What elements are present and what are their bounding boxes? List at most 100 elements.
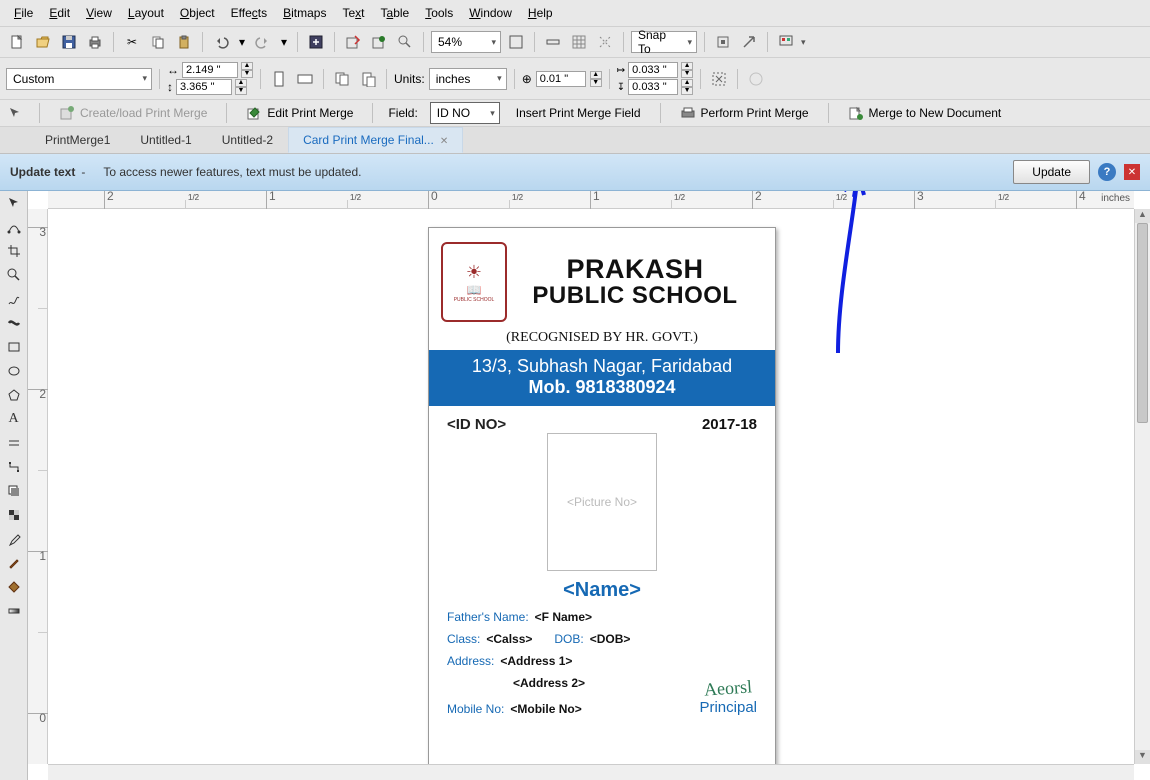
edit-print-merge-button[interactable]: Edit Print Merge [242,102,357,124]
current-page-icon[interactable] [357,68,379,90]
connector-tool-icon[interactable] [4,457,24,477]
dup-x-input[interactable] [628,62,678,78]
scroll-thumb[interactable] [1137,223,1148,423]
menu-file[interactable]: File [6,3,41,23]
parallel-dim-icon[interactable] [4,433,24,453]
nudge-input[interactable] [536,71,586,87]
snap-combo[interactable]: Snap To [631,31,697,53]
father-name-label: Father's Name: [447,610,529,624]
undo-icon[interactable] [210,31,232,53]
vertical-scrollbar[interactable]: ▲ ▼ [1134,209,1150,764]
tab-close-icon[interactable]: ✕ [440,136,448,147]
all-pages-icon[interactable] [331,68,353,90]
document-page[interactable]: ☀ 📖 PUBLIC SCHOOL PRAKASH PUBLIC SCHOOL … [428,227,776,767]
portrait-icon[interactable] [268,68,290,90]
field-combo[interactable]: ID NO [430,102,500,124]
zoom-tool-icon[interactable] [4,265,24,285]
menu-object[interactable]: Object [172,3,223,23]
artistic-media-icon[interactable] [4,313,24,333]
scroll-up-icon[interactable]: ▲ [1135,209,1150,223]
fullscreen-icon[interactable] [505,31,527,53]
transparency-tool-icon[interactable] [4,505,24,525]
canvas[interactable]: ☀ 📖 PUBLIC SCHOOL PRAKASH PUBLIC SCHOOL … [48,209,1134,764]
menu-effects[interactable]: Effects [223,3,275,23]
import-icon[interactable] [305,31,327,53]
height-spinner[interactable]: ▲▼ [235,79,247,95]
open-icon[interactable] [32,31,54,53]
copy-icon[interactable] [147,31,169,53]
close-notif-icon[interactable]: ✕ [1124,164,1140,180]
shape-tool-icon[interactable] [4,217,24,237]
nudge-spinner[interactable]: ▲▼ [590,71,602,87]
menu-edit[interactable]: Edit [41,3,78,23]
tab-card-print-merge[interactable]: Card Print Merge Final...✕ [288,127,463,153]
freehand-tool-icon[interactable] [4,289,24,309]
rectangle-tool-icon[interactable] [4,337,24,357]
guidelines-icon[interactable] [594,31,616,53]
text-tool-icon[interactable]: A [4,409,24,429]
print-icon[interactable] [84,31,106,53]
ellipse-tool-icon[interactable] [4,361,24,381]
launch-icon[interactable] [738,31,760,53]
tab-untitled1[interactable]: Untitled-1 [125,127,206,153]
cut-icon[interactable]: ✂ [121,31,143,53]
drop-shadow-icon[interactable] [4,481,24,501]
menu-table[interactable]: Table [373,3,418,23]
redo-icon[interactable] [252,31,274,53]
vertical-ruler[interactable]: 3210 [28,209,48,764]
zoom-combo[interactable]: 54% [431,31,501,53]
width-spinner[interactable]: ▲▼ [241,62,253,78]
redo-drop-icon[interactable]: ▾ [278,31,290,53]
crop-tool-icon[interactable] [4,241,24,261]
save-icon[interactable] [58,31,80,53]
undo-drop-icon[interactable]: ▾ [236,31,248,53]
page-options-icon[interactable] [745,68,767,90]
dup-y-input[interactable] [628,79,678,95]
menu-layout[interactable]: Layout [120,3,172,23]
landscape-icon[interactable] [294,68,316,90]
menu-bitmaps[interactable]: Bitmaps [275,3,334,23]
help-icon[interactable]: ? [1098,163,1116,181]
units-combo[interactable]: inches [429,68,507,90]
interactive-fill-icon[interactable] [4,601,24,621]
menu-window[interactable]: Window [461,3,520,23]
page-width-input[interactable] [182,62,238,78]
page-preset-combo[interactable]: Custom [6,68,152,90]
menu-text[interactable]: Text [334,3,372,23]
publish-icon[interactable] [368,31,390,53]
create-print-merge-button[interactable]: Create/load Print Merge [55,102,211,124]
horizontal-scrollbar[interactable] [48,764,1134,780]
new-icon[interactable] [6,31,28,53]
dup-x-spinner[interactable]: ▲▼ [681,62,693,78]
tab-untitled2[interactable]: Untitled-2 [207,127,288,153]
duplicate-distance-group: ↦▲▼ ↧▲▼ [617,62,693,95]
fill-tool-icon[interactable] [4,577,24,597]
zoom-value: 54% [438,35,462,49]
menu-tools[interactable]: Tools [417,3,461,23]
treat-as-filled-icon[interactable] [708,68,730,90]
pick-tool-icon[interactable] [6,103,24,123]
options-icon[interactable] [712,31,734,53]
outline-pen-icon[interactable] [4,553,24,573]
separator [828,103,829,123]
page-height-input[interactable] [176,79,232,95]
app-launcher-icon[interactable] [775,31,797,53]
scroll-down-icon[interactable]: ▼ [1135,750,1150,764]
dup-y-spinner[interactable]: ▲▼ [681,79,693,95]
horizontal-ruler[interactable]: inches 1/231/21/221/21/211/21/201/21/211… [48,191,1134,209]
merge-new-document-button[interactable]: Merge to New Document [844,102,1006,124]
insert-field-button[interactable]: Insert Print Merge Field [512,103,645,123]
tab-printmerge1[interactable]: PrintMerge1 [30,127,125,153]
perform-print-merge-button[interactable]: Perform Print Merge [676,102,813,124]
pick-tool-icon[interactable] [4,193,24,213]
rulers-icon[interactable] [542,31,564,53]
export-icon[interactable] [342,31,364,53]
paste-icon[interactable] [173,31,195,53]
grid-icon[interactable] [568,31,590,53]
polygon-tool-icon[interactable] [4,385,24,405]
update-button[interactable]: Update [1013,160,1090,184]
eyedropper-tool-icon[interactable] [4,529,24,549]
menu-view[interactable]: View [78,3,120,23]
search-content-icon[interactable] [394,31,416,53]
menu-help[interactable]: Help [520,3,561,23]
